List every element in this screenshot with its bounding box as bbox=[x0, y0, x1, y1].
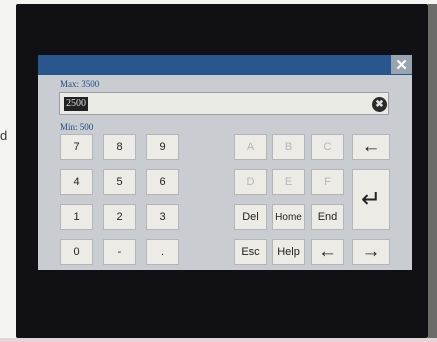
esc-button[interactable]: Esc bbox=[234, 239, 267, 265]
min-label: Min: 500 bbox=[60, 122, 94, 132]
value-text: 2500 bbox=[64, 97, 88, 111]
key-2[interactable]: 2 bbox=[103, 204, 136, 230]
dialog-content: Max: 3500 2500 ✖ Min: 500 7 8 9 4 5 6 1 … bbox=[38, 75, 412, 270]
key-e[interactable]: E bbox=[272, 169, 305, 195]
key-d[interactable]: D bbox=[234, 169, 267, 195]
help-button[interactable]: Help bbox=[272, 239, 305, 265]
dialog-titlebar bbox=[38, 55, 412, 75]
key-f[interactable]: F bbox=[311, 169, 344, 195]
key-decimal[interactable]: . bbox=[146, 239, 179, 265]
del-button[interactable]: Del bbox=[234, 204, 267, 230]
key-a[interactable]: A bbox=[234, 134, 267, 160]
numeric-keypad-dialog: ✕ Max: 3500 2500 ✖ Min: 500 7 8 9 4 5 6 … bbox=[38, 55, 412, 270]
backspace-icon: ← bbox=[361, 136, 381, 157]
arrow-right-icon: → bbox=[361, 241, 381, 262]
side-text: d bbox=[0, 128, 8, 143]
key-minus[interactable]: - bbox=[103, 239, 136, 265]
key-3[interactable]: 3 bbox=[146, 204, 179, 230]
key-7[interactable]: 7 bbox=[60, 134, 93, 160]
end-button[interactable]: End bbox=[311, 204, 344, 230]
key-9[interactable]: 9 bbox=[146, 134, 179, 160]
backspace-button[interactable]: ← bbox=[352, 134, 390, 160]
clear-icon: ✖ bbox=[375, 99, 384, 110]
key-0[interactable]: 0 bbox=[60, 239, 93, 265]
max-label: Max: 3500 bbox=[60, 79, 100, 89]
key-c[interactable]: C bbox=[311, 134, 344, 160]
close-icon: ✕ bbox=[395, 56, 408, 74]
cursor-left-button[interactable]: ← bbox=[311, 239, 344, 265]
arrow-left-icon: ← bbox=[318, 241, 337, 262]
enter-icon: ↵ bbox=[360, 186, 382, 213]
key-8[interactable]: 8 bbox=[103, 134, 136, 160]
value-input[interactable]: 2500 ✖ bbox=[59, 92, 389, 115]
cursor-right-button[interactable]: → bbox=[352, 239, 390, 265]
key-b[interactable]: B bbox=[272, 134, 305, 160]
key-5[interactable]: 5 bbox=[103, 169, 136, 195]
home-button[interactable]: Home bbox=[272, 204, 305, 230]
clear-button[interactable]: ✖ bbox=[372, 97, 387, 112]
key-1[interactable]: 1 bbox=[60, 204, 93, 230]
bezel-edge bbox=[428, 4, 437, 338]
enter-button[interactable]: ↵ bbox=[352, 169, 390, 230]
bottom-strip bbox=[0, 338, 437, 342]
close-button[interactable]: ✕ bbox=[391, 55, 412, 74]
key-4[interactable]: 4 bbox=[60, 169, 93, 195]
key-6[interactable]: 6 bbox=[146, 169, 179, 195]
